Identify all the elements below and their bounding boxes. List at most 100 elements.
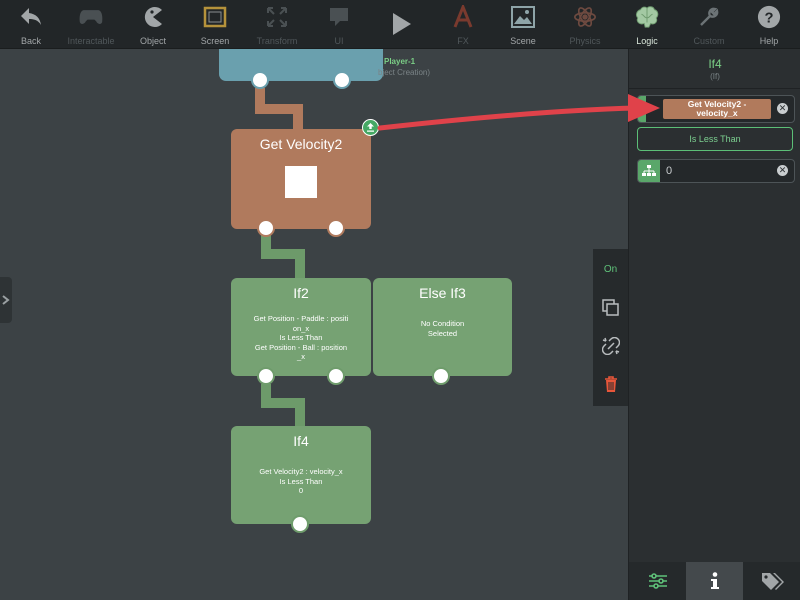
node-output-port[interactable]	[327, 219, 345, 237]
toolbar-label: Scene	[510, 36, 536, 46]
player-node-sublabel: bject Creation)	[378, 68, 431, 77]
clear-icon[interactable]: ✕	[777, 103, 788, 114]
speech-bubble-icon	[327, 5, 351, 29]
toggle-on-button[interactable]: On	[593, 261, 628, 277]
node-title: Get Velocity2	[259, 136, 343, 152]
info-icon	[710, 572, 719, 589]
if2-node[interactable]: If2 Get Position - Paddle : positi on_x …	[231, 278, 371, 376]
panel-bottom-tabs	[629, 562, 800, 600]
upload-export-icon[interactable]	[362, 119, 379, 136]
toolbar-label: Object	[139, 36, 166, 46]
toolbar-ui-button[interactable]: UI	[308, 0, 370, 48]
node-condition-line: on_x	[292, 323, 310, 333]
node-output-port[interactable]	[257, 219, 275, 237]
node-condition-line: Selected	[427, 328, 458, 338]
if4-node[interactable]: If4 Get Velocity2 : velocity_x Is Less T…	[231, 426, 371, 524]
toolbar-play-button[interactable]	[370, 0, 432, 48]
node-title: If2	[293, 285, 309, 301]
stop-square-icon	[285, 166, 317, 198]
tab-info[interactable]	[686, 562, 743, 600]
expand-left-panel-handle[interactable]	[0, 277, 12, 323]
get-velocity-node[interactable]: Get Velocity2	[231, 129, 371, 229]
pill-line: velocity_x	[696, 108, 738, 118]
node-output-port[interactable]	[251, 71, 269, 89]
player-node[interactable]	[219, 49, 383, 81]
node-title: If4	[293, 433, 309, 449]
wrench-icon	[697, 5, 721, 29]
toolbar-label: FX	[457, 36, 469, 46]
pacman-icon	[141, 5, 165, 29]
node-condition-line: No Condition	[420, 319, 465, 328]
svg-text:?: ?	[764, 11, 773, 27]
toolbar-label: Physics	[569, 36, 601, 46]
toolbar-label: UI	[334, 36, 344, 46]
node-condition-line: Get Position - Ball : position	[254, 342, 348, 352]
brain-icon	[635, 5, 659, 29]
top-toolbar: Back Interactable Object Screen Transfor…	[0, 0, 800, 49]
delete-trash-icon[interactable]	[593, 374, 628, 394]
node-title: Else If3	[419, 285, 466, 301]
toolbar-physics-button[interactable]: Physics	[554, 0, 616, 48]
transform-arrows-icon	[265, 5, 289, 29]
condition-left-pill[interactable]: Get Velocity2 - velocity_x	[663, 99, 771, 119]
toolbar-label: Screen	[200, 36, 230, 46]
node-condition-line: _x	[297, 352, 305, 361]
node-condition-line: Is Less Than	[279, 333, 323, 342]
chevron-right-icon	[2, 295, 10, 305]
toolbar-label: Back	[20, 36, 41, 46]
toolbar-custom-button[interactable]: Custom	[678, 0, 740, 48]
connection-wire	[293, 104, 303, 130]
condition-right-field[interactable]: 0 ✕	[637, 159, 795, 183]
toolbar-interactable-button[interactable]: Interactable	[60, 0, 122, 48]
unlink-icon[interactable]	[593, 336, 628, 356]
toolbar-screen-button[interactable]: Screen	[184, 0, 246, 48]
tags-icon	[761, 573, 784, 590]
toolbar-back-button[interactable]: Back	[0, 0, 62, 48]
toolbar-object-button[interactable]: Object	[122, 0, 184, 48]
toolbar-label: Logic	[636, 36, 658, 46]
toolbar-label: Transform	[256, 36, 298, 46]
gamepad-icon	[79, 5, 103, 29]
panel-header: If4 (If)	[629, 49, 800, 89]
help-question-icon: ?	[757, 5, 781, 29]
tab-tags[interactable]	[743, 562, 800, 600]
node-action-bar: On	[593, 249, 628, 406]
node-output-port[interactable]	[327, 367, 345, 385]
condition-right-value: 0	[666, 165, 673, 177]
node-condition-line: Is Less Than	[279, 476, 323, 486]
toolbar-help-button[interactable]: ? Help	[738, 0, 800, 48]
node-condition-line: 0	[298, 486, 304, 495]
node-output-port[interactable]	[257, 367, 275, 385]
toolbar-scene-button[interactable]: Scene	[492, 0, 554, 48]
properties-panel: If4 (If) Get Velocity2 - velocity_x ✕ Is…	[628, 49, 800, 600]
hierarchy-icon[interactable]	[638, 160, 660, 182]
toolbar-transform-button[interactable]: Transform	[246, 0, 308, 48]
toolbar-label: Help	[759, 36, 779, 46]
tab-settings[interactable]	[629, 562, 686, 600]
screen-frame-icon	[203, 5, 227, 29]
duplicate-icon[interactable]	[593, 298, 628, 318]
toolbar-logic-button[interactable]: Logic	[616, 0, 678, 48]
panel-title: If4	[708, 57, 722, 71]
landscape-image-icon	[511, 5, 535, 29]
field-chip	[638, 96, 646, 122]
node-output-port[interactable]	[432, 367, 450, 385]
toolbar-label: Interactable	[67, 36, 115, 46]
toolbar-fx-button[interactable]: FX	[432, 0, 494, 48]
else-if3-node[interactable]: Else If3 No Condition Selected	[373, 278, 512, 376]
connection-wire	[295, 249, 305, 279]
node-condition-line: Get Velocity2 : velocity_x	[259, 467, 343, 476]
condition-left-field[interactable]: Get Velocity2 - velocity_x ✕	[637, 95, 795, 123]
node-output-port[interactable]	[291, 515, 309, 533]
logic-canvas[interactable]: Player-1 bject Creation) Get Velocity2 I…	[0, 49, 628, 600]
toolbar-label: Custom	[693, 36, 725, 46]
clear-icon[interactable]: ✕	[777, 165, 788, 176]
connection-wire	[295, 398, 305, 428]
atom-icon	[573, 5, 597, 29]
back-arrow-icon	[19, 5, 43, 29]
sliders-icon	[648, 573, 667, 589]
node-condition-line: Get Position - Paddle : positi	[253, 314, 349, 323]
node-output-port[interactable]	[333, 71, 351, 89]
operator-button[interactable]: Is Less Than	[637, 127, 793, 151]
panel-subtitle: (If)	[710, 72, 720, 81]
